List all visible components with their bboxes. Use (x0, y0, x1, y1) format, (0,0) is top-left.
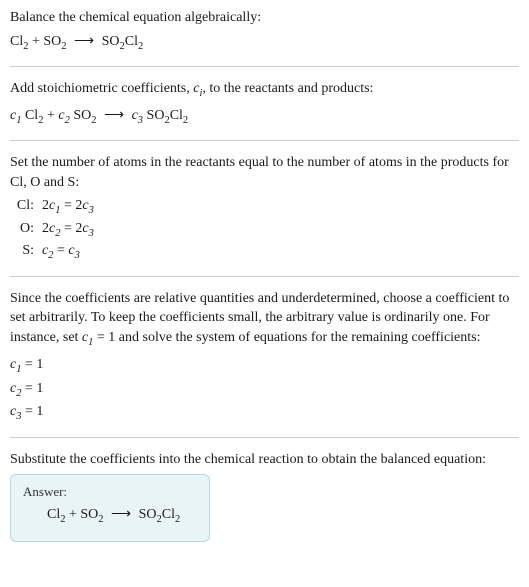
arrow-icon: ⟶ (111, 505, 131, 525)
atom-row-cl: Cl: 2c1 = 2c3 (10, 196, 519, 218)
coefficients-section: Add stoichiometric coefficients, ci, to … (10, 79, 519, 128)
coeff-c1: c1 = 1 (10, 354, 519, 378)
coeff-c3: c3 = 1 (10, 401, 519, 425)
intro-equation: Cl2 + SO2 ⟶ SO2Cl2 (10, 32, 519, 54)
arrow-icon: ⟶ (74, 32, 94, 52)
step3-text: Set the number of atoms in the reactants… (10, 153, 519, 192)
intro-section: Balance the chemical equation algebraica… (10, 8, 519, 54)
divider (10, 276, 519, 277)
intro-text: Balance the chemical equation algebraica… (10, 8, 519, 28)
answer-label: Answer: (23, 483, 197, 501)
step4-text: Since the coefficients are relative quan… (10, 289, 519, 351)
product-so2cl2: SO2Cl2 (102, 34, 144, 49)
substitute-section: Substitute the coefficients into the che… (10, 450, 519, 542)
divider (10, 66, 519, 67)
step5-text: Substitute the coefficients into the che… (10, 450, 519, 470)
answer-equation: Cl2 + SO2 ⟶ SO2Cl2 (23, 505, 197, 527)
divider (10, 140, 519, 141)
step2-text: Add stoichiometric coefficients, ci, to … (10, 79, 519, 101)
reactant-so2: SO2 (43, 34, 66, 49)
atom-row-o: O: 2c2 = 2c3 (10, 219, 519, 241)
atoms-section: Set the number of atoms in the reactants… (10, 153, 519, 264)
reactant-cl2: Cl2 (10, 34, 28, 49)
answer-box: Answer: Cl2 + SO2 ⟶ SO2Cl2 (10, 474, 210, 543)
coefficient-values: c1 = 1 c2 = 1 c3 = 1 (10, 354, 519, 425)
atom-row-s: S: c2 = c3 (10, 241, 519, 263)
solve-section: Since the coefficients are relative quan… (10, 289, 519, 425)
divider (10, 437, 519, 438)
arrow-icon: ⟶ (104, 106, 124, 126)
step2-equation: c1 Cl2 + c2 SO2 ⟶ c3 SO2Cl2 (10, 106, 519, 128)
coeff-c2: c2 = 1 (10, 378, 519, 402)
atom-equations: Cl: 2c1 = 2c3 O: 2c2 = 2c3 S: c2 = c3 (10, 196, 519, 263)
